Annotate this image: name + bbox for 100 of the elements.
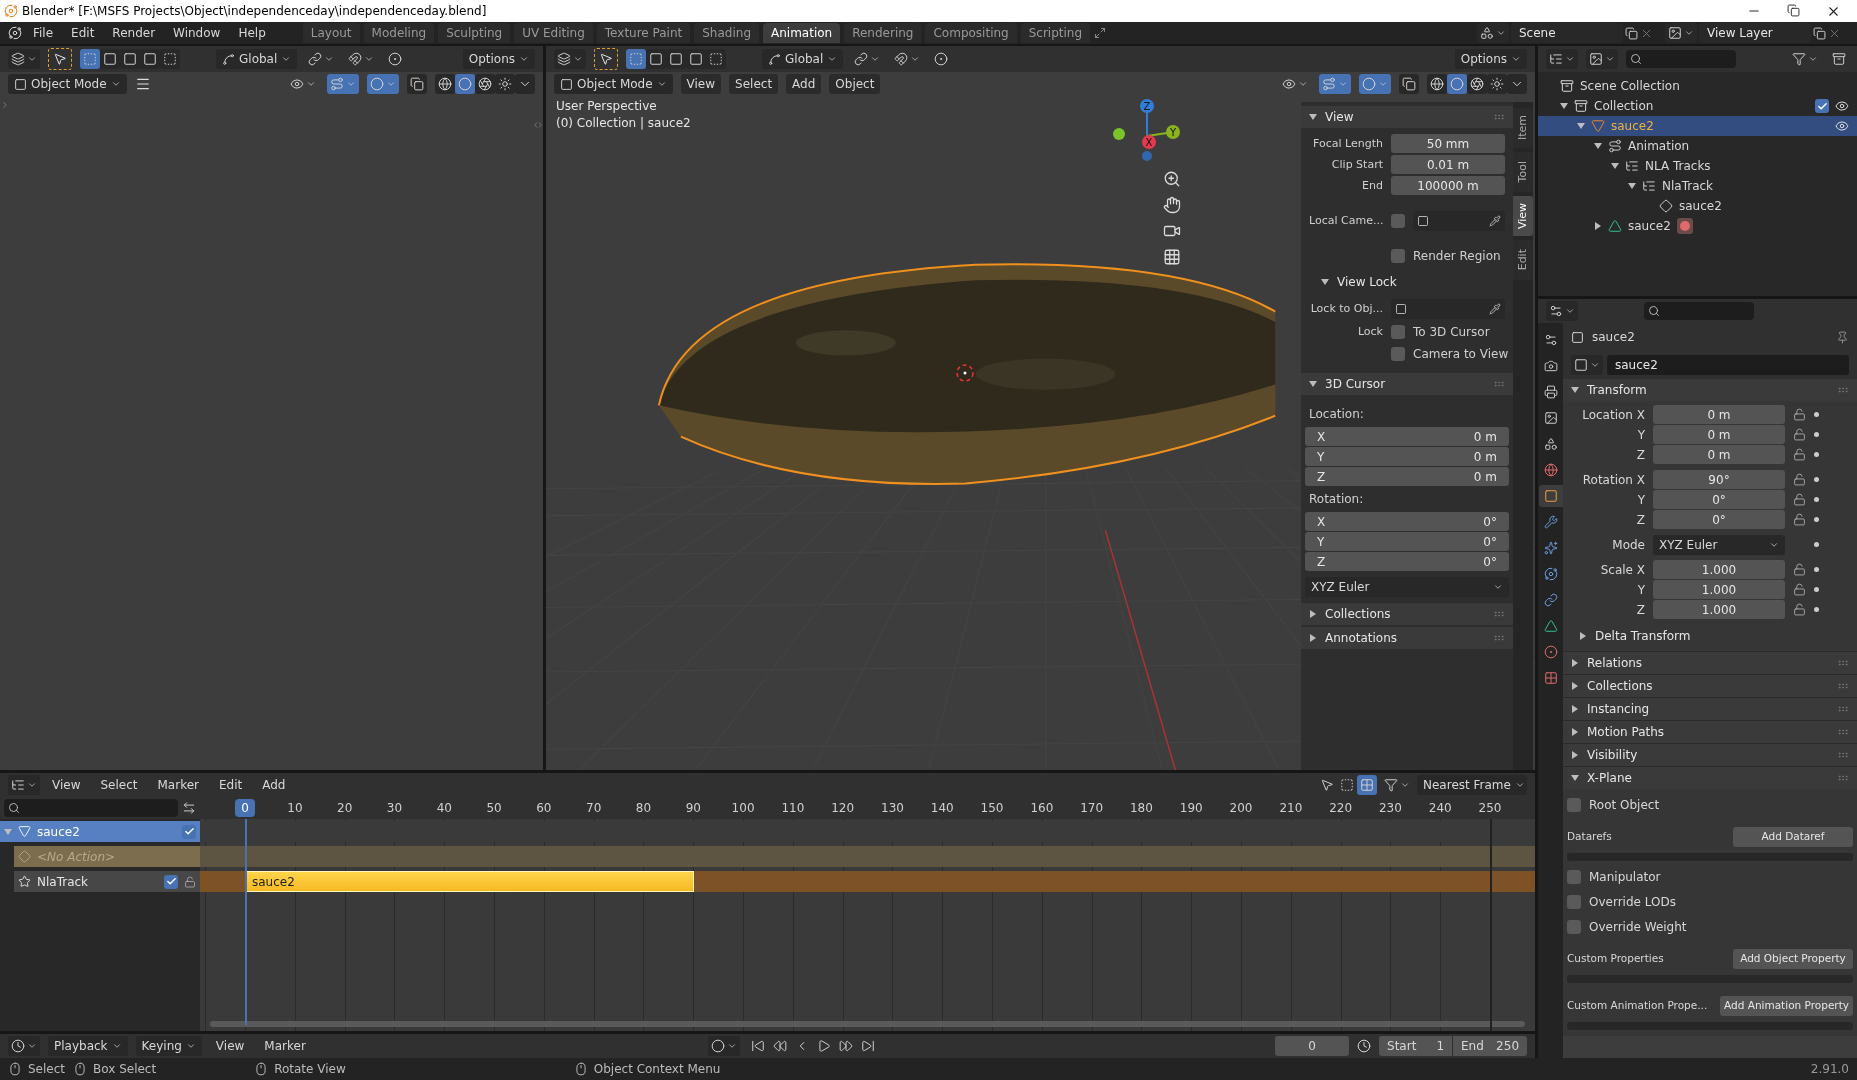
number-field[interactable]: 1.000 (1653, 600, 1785, 619)
frame-number: 110 (780, 800, 806, 817)
workspace-tab[interactable]: Sculpting (438, 23, 511, 43)
outliner-item[interactable]: NLA Tracks (1538, 156, 1857, 176)
orientation-dropdown[interactable]: Global (762, 49, 844, 69)
frame-number: 60 (535, 800, 553, 817)
snap-dropdown[interactable]: Nearest Frame (1417, 775, 1527, 795)
header-menu[interactable]: Select (92, 775, 146, 795)
menu-item[interactable]: Render (105, 23, 163, 43)
workspace-tab[interactable]: UV Editing (514, 23, 593, 43)
workspace-tab[interactable]: Animation (763, 23, 841, 43)
menu-item[interactable]: Edit (64, 23, 102, 43)
number-field[interactable]: 50 mm (1391, 134, 1505, 153)
header-menu[interactable]: Add (786, 74, 822, 94)
panel-header[interactable]: Delta Transform (1563, 625, 1849, 647)
workspace-tab[interactable]: Scripting (1020, 23, 1091, 43)
panel-header[interactable]: Collections (1301, 603, 1513, 625)
version-label: 2.91.0 (1810, 1061, 1849, 1078)
header-menu[interactable]: View (680, 74, 722, 94)
header-menu[interactable]: Object (829, 74, 881, 94)
number-field[interactable]: 0° (1653, 490, 1785, 509)
rotation-mode-dropdown[interactable]: XYZ Euler (1653, 534, 1785, 555)
frame-number: 160 (1029, 800, 1055, 817)
panel-header[interactable]: View Lock (1301, 271, 1513, 293)
mode-dropdown[interactable]: Object Mode (8, 74, 127, 94)
field-label: Y (1636, 491, 1645, 509)
field-value: 1 (1436, 1038, 1444, 1055)
number-field[interactable]: Z 0 m (1305, 467, 1509, 486)
add-button[interactable]: Add Animation Property (1720, 995, 1853, 1016)
current-frame-field[interactable]: 0 (1275, 1036, 1349, 1056)
header-menu[interactable]: View (44, 775, 89, 795)
sidebar-tab[interactable]: Item (1513, 108, 1533, 148)
add-button[interactable]: Add Dataref (1733, 826, 1853, 847)
number-field[interactable]: 1.000 (1653, 560, 1785, 579)
header-menu[interactable]: Marker (149, 775, 207, 795)
outliner-item[interactable]: NlaTrack (1538, 176, 1857, 196)
outliner-item[interactable]: Animation (1538, 136, 1857, 156)
checkbox-label: Manipulator (1589, 868, 1661, 886)
number-field[interactable]: 0 m (1653, 445, 1785, 464)
number-field[interactable]: 0.01 m (1391, 155, 1505, 174)
scene-field[interactable]: Scene (1511, 23, 1623, 43)
panel-header[interactable]: Annotations (1301, 627, 1513, 649)
outliner-item[interactable]: sauce2 (1538, 216, 1857, 236)
frame-number: 100 (730, 800, 756, 817)
panel-header[interactable]: View (1301, 106, 1513, 128)
options-dropdown[interactable]: Options (1454, 49, 1527, 69)
workspace-tab[interactable]: Layout (302, 23, 360, 43)
view-layer-field[interactable]: View Layer (1699, 23, 1811, 43)
workspace-tab[interactable]: Rendering (844, 23, 922, 43)
options-dropdown[interactable]: Options (462, 49, 535, 69)
name-field[interactable]: sauce2 (1607, 355, 1849, 375)
number-field[interactable]: 90° (1653, 470, 1785, 489)
header-menu[interactable]: Select (729, 74, 779, 94)
outliner-item[interactable]: Scene Collection (1538, 76, 1857, 96)
workspace-tab[interactable]: Shading (694, 23, 759, 43)
nla-strip[interactable]: sauce2 (246, 871, 694, 892)
number-field[interactable]: 0 m (1653, 405, 1785, 424)
current-frame-badge[interactable]: 0 (235, 799, 255, 817)
outliner-item[interactable]: Collection (1538, 96, 1857, 116)
sidebar-tab[interactable]: Edit (1513, 240, 1533, 280)
header-menu[interactable]: Keying (135, 1036, 202, 1056)
panel-header[interactable]: 3D Cursor (1301, 373, 1513, 395)
axis-label: X (1317, 428, 1326, 446)
header-menu[interactable]: Playback (48, 1036, 128, 1056)
number-field[interactable]: Y 0 m (1305, 447, 1509, 466)
number-field[interactable]: 100000 m (1391, 176, 1505, 195)
number-field[interactable]: Z 0° (1305, 552, 1509, 571)
header-menu[interactable]: Add (254, 775, 294, 795)
header-menu[interactable]: View (209, 1036, 251, 1056)
sidebar-tab[interactable]: View (1513, 196, 1533, 236)
frame-number: 30 (385, 800, 404, 817)
start-frame-field[interactable]: Start 1 (1379, 1036, 1453, 1056)
menu-item[interactable]: Help (231, 23, 273, 43)
outliner-item[interactable]: sauce2 (1538, 116, 1857, 136)
field-label: Mode (1611, 536, 1645, 554)
number-field[interactable]: 1.000 (1653, 580, 1785, 599)
orientation-dropdown[interactable]: Global (216, 49, 298, 69)
header-menu[interactable]: Edit (211, 775, 251, 795)
field-value: 0° (1483, 513, 1497, 531)
end-frame-field[interactable]: End 250 (1453, 1036, 1527, 1056)
workspace-tab[interactable]: Compositing (925, 23, 1017, 43)
workspace-tab[interactable]: Modeling (363, 23, 435, 43)
header-menu[interactable]: Marker (258, 1036, 312, 1056)
outliner-item[interactable]: sauce2 (1538, 196, 1857, 216)
number-field[interactable]: X 0 m (1305, 427, 1509, 446)
number-field[interactable]: Y 0° (1305, 532, 1509, 551)
number-field[interactable]: 0 m (1653, 425, 1785, 444)
rotation-mode-dropdown[interactable]: XYZ Euler (1305, 577, 1509, 597)
axis-label: Y (1317, 533, 1325, 551)
sidebar-tab[interactable]: Tool (1513, 152, 1533, 192)
menu-item[interactable]: Window (166, 23, 228, 43)
number-field[interactable]: X 0° (1305, 512, 1509, 531)
nla-channel[interactable]: sauce2 (0, 821, 200, 842)
menu-item[interactable]: File (26, 23, 61, 43)
nla-channel[interactable]: NlaTrack (14, 871, 200, 892)
workspace-tab[interactable]: Texture Paint (596, 23, 691, 43)
field-label: Z (1635, 511, 1645, 529)
number-field[interactable]: 0° (1653, 510, 1785, 529)
add-button[interactable]: Add Object Property (1733, 948, 1853, 969)
mode-dropdown[interactable]: Object Mode (554, 74, 673, 94)
